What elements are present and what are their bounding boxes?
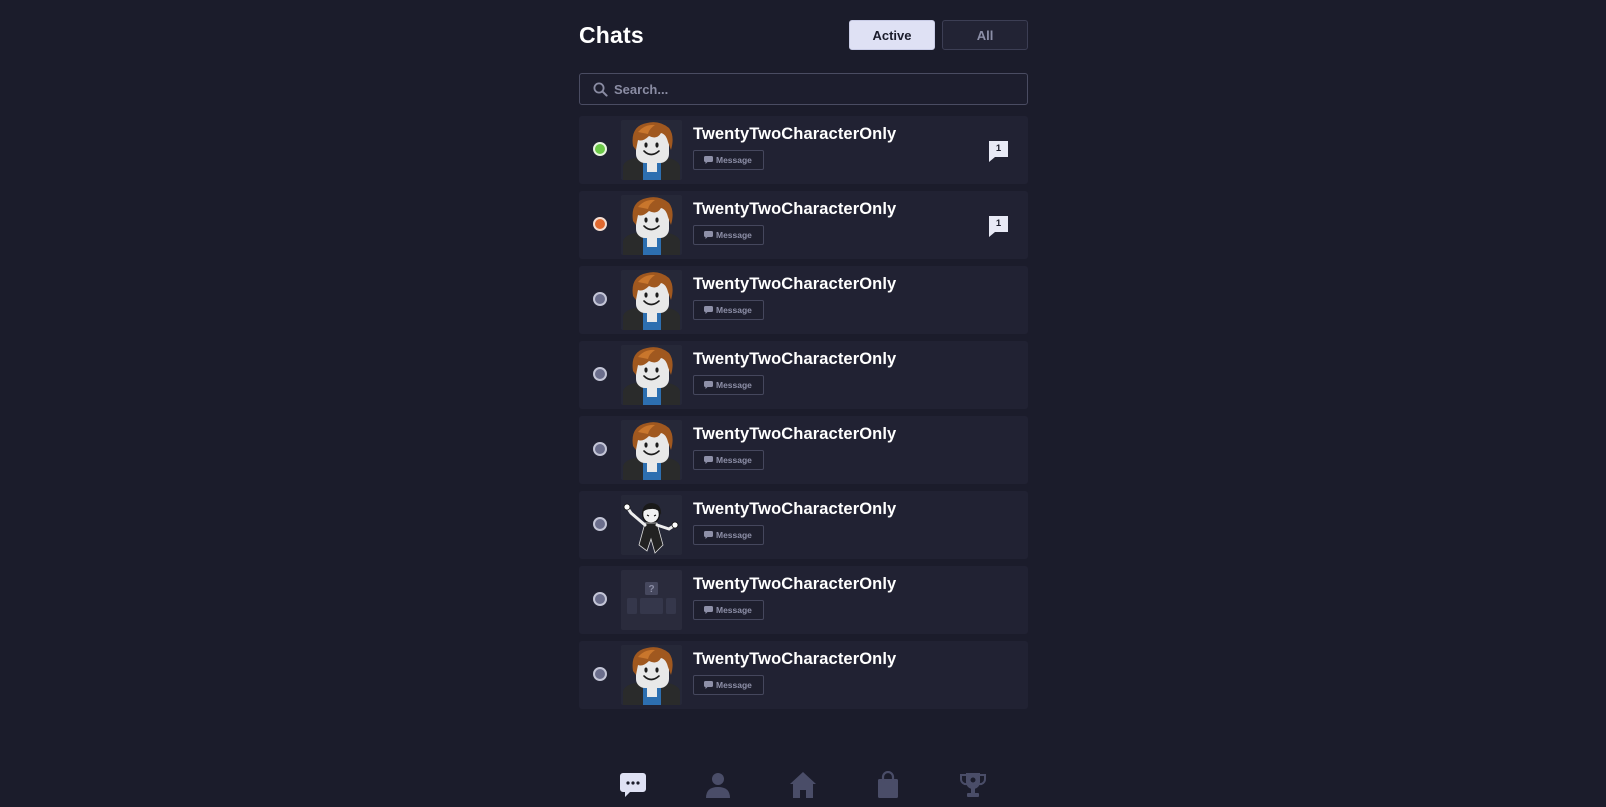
message-button-label: Message — [716, 605, 752, 615]
message-button-label: Message — [716, 380, 752, 390]
default-bacon-avatar[interactable] — [621, 195, 682, 255]
profile-icon — [704, 773, 732, 803]
message-bubble-icon — [704, 156, 713, 164]
status-offline-indicator — [593, 592, 607, 606]
bottom-nav — [0, 763, 1606, 807]
chats-header: Chats Active All — [579, 20, 1028, 52]
placeholder-avatar[interactable]: ? — [621, 570, 682, 630]
chat-username[interactable]: TwentyTwoCharacterOnly — [693, 650, 896, 669]
status-offline-indicator — [593, 292, 607, 306]
default-bacon-avatar[interactable] — [621, 270, 682, 330]
chat-row[interactable]: ? TwentyTwoCharacterOnly Message — [579, 566, 1028, 634]
status-away-indicator — [593, 217, 607, 231]
chat-username[interactable]: TwentyTwoCharacterOnly — [693, 575, 896, 594]
status-offline-indicator — [593, 667, 607, 681]
trophy-icon — [959, 773, 987, 803]
chat-username[interactable]: TwentyTwoCharacterOnly — [693, 500, 896, 519]
sketch-character-avatar[interactable] — [621, 495, 682, 555]
unread-count-badge: 1 — [988, 215, 1009, 237]
message-bubble-icon — [704, 306, 713, 314]
message-button-label: Message — [716, 155, 752, 165]
message-button[interactable]: Message — [693, 675, 764, 695]
message-button[interactable]: Message — [693, 150, 764, 170]
unread-count-badge: 1 — [988, 140, 1009, 162]
chats-page: Chats Active All TwentyTwoCharacterOnly … — [0, 0, 1606, 807]
message-button-label: Message — [716, 680, 752, 690]
nav-profile-button[interactable] — [704, 771, 732, 799]
message-bubble-icon — [704, 456, 713, 464]
search-input[interactable] — [614, 74, 1014, 104]
default-bacon-avatar[interactable] — [621, 420, 682, 480]
page-title: Chats — [579, 22, 644, 48]
chat-username[interactable]: TwentyTwoCharacterOnly — [693, 275, 896, 294]
chat-row[interactable]: TwentyTwoCharacterOnly Message — [579, 266, 1028, 334]
chat-row[interactable]: TwentyTwoCharacterOnly Message — [579, 641, 1028, 709]
home-icon — [789, 772, 817, 803]
chat-username[interactable]: TwentyTwoCharacterOnly — [693, 350, 896, 369]
message-bubble-icon — [704, 381, 713, 389]
unread-count: 1 — [995, 143, 1002, 154]
nav-shop-bag-button[interactable] — [874, 770, 902, 799]
chat-username[interactable]: TwentyTwoCharacterOnly — [693, 125, 896, 144]
message-button[interactable]: Message — [693, 375, 764, 395]
message-button-label: Message — [716, 230, 752, 240]
message-button-label: Message — [716, 530, 752, 540]
unread-count: 1 — [995, 218, 1002, 229]
chat-row[interactable]: TwentyTwoCharacterOnly Message 1 — [579, 116, 1028, 184]
message-button[interactable]: Message — [693, 525, 764, 545]
status-offline-indicator — [593, 442, 607, 456]
tab-active[interactable]: Active — [849, 20, 935, 50]
message-button-label: Message — [716, 455, 752, 465]
message-bubble-icon — [704, 531, 713, 539]
chat-row[interactable]: TwentyTwoCharacterOnly Message — [579, 416, 1028, 484]
search-box[interactable] — [579, 73, 1028, 105]
chat-row[interactable]: TwentyTwoCharacterOnly Message 1 — [579, 191, 1028, 259]
nav-home-button[interactable] — [789, 771, 817, 799]
chat-bubble-icon — [619, 773, 647, 803]
message-bubble-icon — [704, 606, 713, 614]
chat-row[interactable]: TwentyTwoCharacterOnly Message — [579, 491, 1028, 559]
status-online-indicator — [593, 142, 607, 156]
tab-all[interactable]: All — [942, 20, 1028, 50]
default-bacon-avatar[interactable] — [621, 645, 682, 705]
status-offline-indicator — [593, 367, 607, 381]
svg-text:?: ? — [648, 584, 654, 595]
message-button[interactable]: Message — [693, 225, 764, 245]
search-icon — [593, 82, 608, 97]
shop-bag-icon — [874, 770, 902, 803]
nav-trophy-button[interactable] — [959, 771, 987, 799]
default-bacon-avatar[interactable] — [621, 120, 682, 180]
chat-username[interactable]: TwentyTwoCharacterOnly — [693, 425, 896, 444]
message-bubble-icon — [704, 231, 713, 239]
chat-row[interactable]: TwentyTwoCharacterOnly Message — [579, 341, 1028, 409]
message-bubble-icon — [704, 681, 713, 689]
message-button[interactable]: Message — [693, 450, 764, 470]
default-bacon-avatar[interactable] — [621, 345, 682, 405]
status-offline-indicator — [593, 517, 607, 531]
message-button-label: Message — [716, 305, 752, 315]
nav-chat-bubble-button[interactable] — [619, 771, 647, 799]
message-button[interactable]: Message — [693, 600, 764, 620]
chat-username[interactable]: TwentyTwoCharacterOnly — [693, 200, 896, 219]
message-button[interactable]: Message — [693, 300, 764, 320]
